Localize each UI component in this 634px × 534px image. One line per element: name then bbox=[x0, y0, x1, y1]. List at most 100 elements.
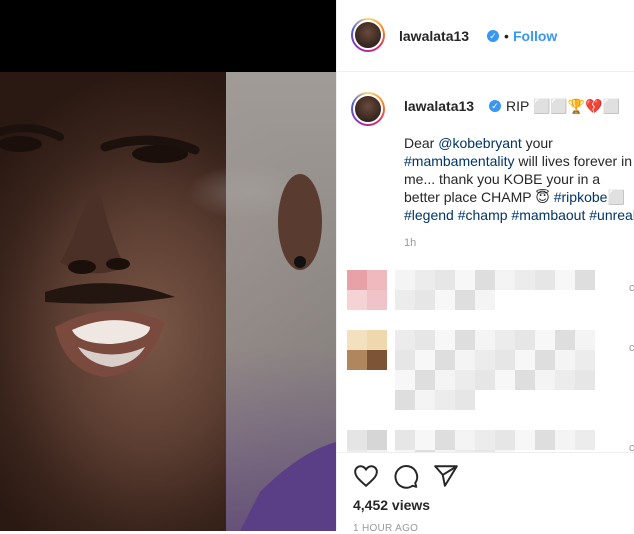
comment-text-blur bbox=[435, 350, 455, 370]
caption-tag-link[interactable]: #unreal bbox=[589, 207, 634, 223]
comment-reply-edge: c bbox=[629, 342, 634, 354]
comment-text-blur bbox=[435, 270, 455, 290]
comment-avatar[interactable] bbox=[367, 270, 387, 290]
caption-fragment: your bbox=[521, 135, 553, 151]
comment-avatar[interactable] bbox=[367, 330, 387, 350]
author-avatar[interactable] bbox=[351, 18, 385, 52]
caption-age: 1h bbox=[404, 237, 417, 249]
comments-list: ccc bbox=[337, 262, 634, 457]
comment-text-blur bbox=[555, 430, 575, 450]
caption-block: lawalata13 ✓ RIP ⬜⬜🏆💔⬜ Dear @kobebryant … bbox=[337, 72, 634, 262]
heart-icon[interactable] bbox=[353, 463, 379, 489]
comment-text-blur bbox=[515, 270, 535, 290]
comment-text-blur bbox=[495, 270, 515, 290]
comment-text-blur bbox=[435, 430, 455, 450]
comment-text-blur bbox=[555, 270, 575, 290]
comment-text-blur bbox=[395, 370, 415, 390]
comment-reply-edge: c bbox=[629, 282, 634, 294]
comment-text-blur bbox=[415, 270, 435, 290]
share-icon[interactable] bbox=[433, 463, 459, 489]
post-header: lawalata13 ✓ • Follow bbox=[337, 0, 634, 72]
comment-text-blur bbox=[475, 350, 495, 370]
media-top-bar bbox=[0, 0, 336, 72]
comment-text-blur bbox=[455, 430, 475, 450]
action-bar: 4,452 views 1 HOUR AGO bbox=[337, 452, 634, 534]
caption-text: Dear @kobebryant your #mambamentality wi… bbox=[404, 134, 634, 224]
caption-tag-link[interactable]: #legend bbox=[404, 207, 454, 223]
comment-text-blur bbox=[575, 430, 595, 450]
comment-text-blur bbox=[395, 430, 415, 450]
comment-text-blur bbox=[415, 390, 435, 410]
comment-text-blur bbox=[535, 350, 555, 370]
caption-avatar[interactable] bbox=[351, 92, 385, 126]
caption-tag-link[interactable]: #mambamentality bbox=[404, 153, 515, 169]
caption-tag-link[interactable]: @kobebryant bbox=[438, 135, 521, 151]
comment-avatar[interactable] bbox=[367, 290, 387, 310]
comment-text-blur bbox=[435, 330, 455, 350]
caption-tag-link[interactable]: #ripkobe⬜ bbox=[554, 189, 625, 205]
comment-text-blur bbox=[495, 370, 515, 390]
verified-badge-icon: ✓ bbox=[489, 100, 501, 112]
comment-text-blur bbox=[455, 290, 475, 310]
post-timestamp[interactable]: 1 HOUR AGO bbox=[353, 523, 418, 534]
comment-text-blur bbox=[515, 330, 535, 350]
comment-avatar[interactable] bbox=[347, 290, 367, 310]
comment-text-blur bbox=[535, 330, 555, 350]
comment-text-blur bbox=[415, 290, 435, 310]
comment-text-blur bbox=[575, 350, 595, 370]
face-illustration bbox=[0, 124, 336, 531]
comment-avatar[interactable] bbox=[347, 330, 367, 350]
comment-text-blur bbox=[555, 330, 575, 350]
comment-text-blur bbox=[395, 390, 415, 410]
comment-text-blur bbox=[415, 330, 435, 350]
comment-avatar[interactable] bbox=[347, 430, 367, 450]
comment-text-blur bbox=[475, 330, 495, 350]
comment-text-blur bbox=[535, 270, 555, 290]
comment-text-blur bbox=[575, 270, 595, 290]
caption-tag-link[interactable]: #mambaout bbox=[511, 207, 585, 223]
comment-text-blur bbox=[475, 290, 495, 310]
comment-text-blur bbox=[515, 370, 535, 390]
comment-text-blur bbox=[495, 350, 515, 370]
comment-text-blur bbox=[535, 430, 555, 450]
comment-text-blur bbox=[475, 370, 495, 390]
verified-badge-icon: ✓ bbox=[487, 30, 499, 42]
caption-tag-link[interactable]: #champ bbox=[458, 207, 508, 223]
comment-text-blur bbox=[395, 290, 415, 310]
comment-text-blur bbox=[475, 430, 495, 450]
comment-text-blur bbox=[435, 370, 455, 390]
comment-text-blur bbox=[395, 330, 415, 350]
comment-text-blur bbox=[415, 430, 435, 450]
comment-avatar[interactable] bbox=[367, 350, 387, 370]
post-details-panel: lawalata13 ✓ • Follow lawalata13 ✓ RIP ⬜… bbox=[336, 0, 634, 534]
comment-text-blur bbox=[575, 370, 595, 390]
comment-text-blur bbox=[555, 350, 575, 370]
comment-text-blur bbox=[395, 270, 415, 290]
author-username[interactable]: lawalata13 bbox=[399, 28, 469, 44]
follow-button[interactable]: Follow bbox=[513, 28, 557, 44]
comment-text-blur bbox=[395, 350, 415, 370]
comment-text-blur bbox=[415, 370, 435, 390]
comment-text-blur bbox=[415, 350, 435, 370]
comment-icon[interactable] bbox=[393, 463, 419, 489]
comment-avatar[interactable] bbox=[347, 270, 367, 290]
comment-text-blur bbox=[575, 330, 595, 350]
comment-text-blur bbox=[475, 270, 495, 290]
comment-text-blur bbox=[535, 370, 555, 390]
comment-text-blur bbox=[435, 390, 455, 410]
views-count[interactable]: 4,452 views bbox=[353, 497, 430, 513]
comment-text-blur bbox=[455, 370, 475, 390]
comment-text-blur bbox=[455, 330, 475, 350]
comment-avatar[interactable] bbox=[347, 350, 367, 370]
comment-text-blur bbox=[495, 330, 515, 350]
comment-text-blur bbox=[555, 370, 575, 390]
comment-text-blur bbox=[495, 430, 515, 450]
caption-username[interactable]: lawalata13 bbox=[404, 98, 474, 114]
comment-text-blur bbox=[455, 390, 475, 410]
separator-dot: • bbox=[504, 28, 509, 44]
comment-text-blur bbox=[515, 430, 535, 450]
caption-fragment: Dear bbox=[404, 135, 439, 151]
comment-avatar[interactable] bbox=[367, 430, 387, 450]
comment-text-blur bbox=[455, 270, 475, 290]
post-media[interactable] bbox=[0, 0, 336, 531]
